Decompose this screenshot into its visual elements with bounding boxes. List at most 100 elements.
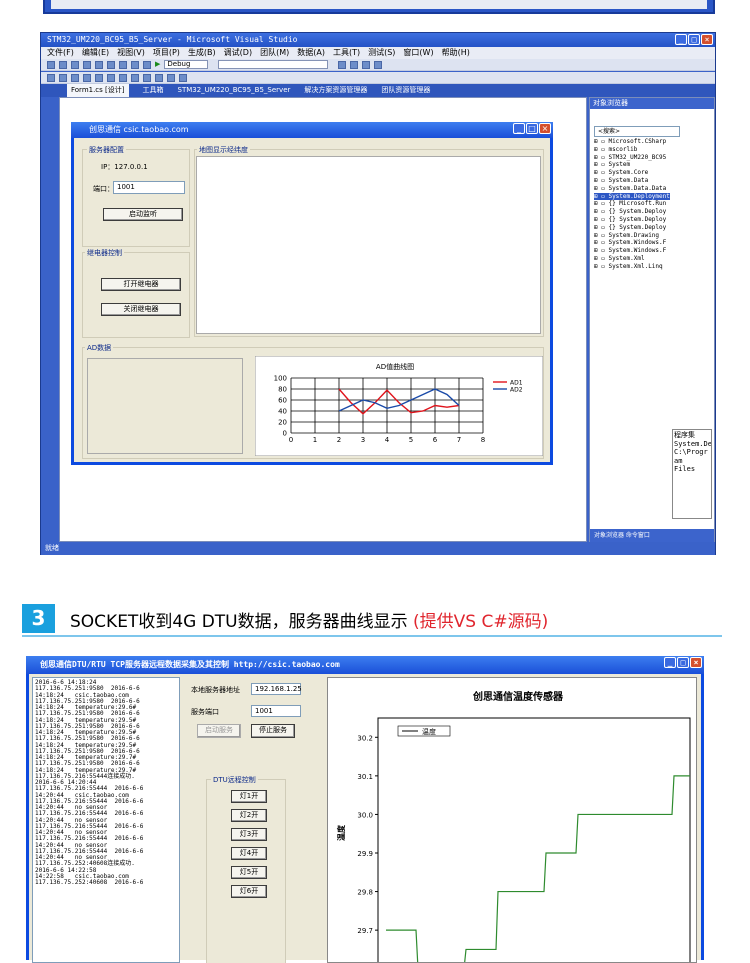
start-service-button[interactable]: 启动服务: [197, 724, 241, 738]
tree-item[interactable]: ⊞ ▭ System.Drawing: [594, 232, 670, 240]
tree-item[interactable]: ⊞ ▭ System: [594, 161, 670, 169]
tree-item[interactable]: ⊞ ▭ System.Deployment: [594, 192, 670, 201]
copy-icon[interactable]: [107, 60, 115, 69]
align-middle-icon[interactable]: [95, 73, 103, 82]
tree-item[interactable]: ⊞ ▭ System.Xml.Linq: [594, 263, 670, 271]
start-debug-icon[interactable]: ▶: [155, 59, 160, 70]
menu-item[interactable]: 项目(P): [153, 47, 180, 59]
minimize-icon[interactable]: _: [664, 657, 676, 668]
relay-on-button[interactable]: 打开继电器: [101, 278, 181, 291]
spacing-icon[interactable]: [155, 73, 163, 82]
tree-expander-icon[interactable]: ⊞ ▭: [594, 138, 608, 145]
tree-expander-icon[interactable]: ⊞ ▭: [594, 232, 608, 239]
tree-item[interactable]: ⊞ ▭ System.Core: [594, 169, 670, 177]
light-6-button[interactable]: 灯6开: [231, 885, 267, 898]
start-listen-button[interactable]: 启动监听: [103, 208, 183, 221]
tree-item[interactable]: ⊞ ▭ System.Windows.F: [594, 247, 670, 255]
menu-item[interactable]: 生成(B): [188, 47, 216, 59]
open-icon[interactable]: [59, 60, 67, 69]
save-icon[interactable]: [71, 60, 79, 69]
tree-item[interactable]: ⊞ ▭ {} System.Deploy: [594, 216, 670, 224]
receive-log[interactable]: 2016-6-6 14:18:24 117.136.75.251:9580 20…: [32, 677, 180, 963]
light-4-button[interactable]: 灯4开: [231, 847, 267, 860]
tree-expander-icon[interactable]: ⊞ ▭: [594, 185, 608, 192]
tree-item[interactable]: ⊞ ▭ System.Data: [594, 177, 670, 185]
object-browser-icon[interactable]: [362, 60, 371, 69]
tree-item[interactable]: ⊞ ▭ System.Xml: [594, 255, 670, 263]
tree-expander-icon[interactable]: ⊞ ▭: [594, 169, 608, 176]
align-left-icon[interactable]: [47, 73, 55, 82]
stop-service-button[interactable]: 停止服务: [251, 724, 295, 738]
order-icon[interactable]: [167, 73, 175, 82]
ad-textbox[interactable]: [87, 358, 243, 454]
doc-tab[interactable]: STM32_UM220_BC95_B5_Server: [178, 84, 291, 97]
tree-expander-icon[interactable]: ⊞ ▭: [594, 208, 608, 215]
tree-expander-icon[interactable]: ⊞ ▭: [594, 216, 608, 223]
tree-expander-icon[interactable]: ⊞ ▭: [594, 255, 608, 262]
grid-icon[interactable]: [143, 73, 151, 82]
tree-expander-icon[interactable]: ⊞ ▭: [594, 224, 608, 231]
size-height-icon[interactable]: [131, 73, 139, 82]
maximize-icon[interactable]: □: [677, 657, 689, 668]
maximize-icon[interactable]: □: [526, 123, 538, 134]
tree-expander-icon[interactable]: ⊞ ▭: [594, 161, 608, 168]
size-width-icon[interactable]: [119, 73, 127, 82]
close-icon[interactable]: ×: [539, 123, 551, 134]
doc-tab[interactable]: 解决方案资源管理器: [304, 84, 367, 97]
tree-expander-icon[interactable]: ⊞ ▭: [594, 200, 608, 207]
align-center-icon[interactable]: [59, 73, 67, 82]
align-bottom-icon[interactable]: [107, 73, 115, 82]
close-icon[interactable]: ×: [701, 34, 713, 45]
menu-item[interactable]: 视图(V): [117, 47, 145, 59]
cut-icon[interactable]: [95, 60, 103, 69]
tree-expander-icon[interactable]: ⊞ ▭: [594, 239, 608, 246]
tree-item[interactable]: ⊞ ▭ Microsoft.CSharp: [594, 138, 670, 146]
menu-item[interactable]: 团队(M): [260, 47, 289, 59]
tree-item[interactable]: ⊞ ▭ {} System.Deploy: [594, 208, 670, 216]
doc-tab[interactable]: 工具箱: [143, 84, 164, 97]
object-browser-search[interactable]: <搜索>: [594, 126, 680, 137]
light-2-button[interactable]: 灯2开: [231, 809, 267, 822]
solution-explorer-icon[interactable]: [338, 60, 347, 69]
platform-select[interactable]: [218, 60, 329, 69]
tree-item[interactable]: ⊞ ▭ mscorlib: [594, 146, 670, 154]
doc-tab[interactable]: Form1.cs [设计]: [67, 84, 129, 97]
tree-item[interactable]: ⊞ ▭ System.Windows.F: [594, 239, 670, 247]
undo-icon[interactable]: [131, 60, 139, 69]
tree-item[interactable]: ⊞ ▭ System.Data.Data: [594, 185, 670, 193]
panel-bottom-tabs[interactable]: 对象浏览器 命令窗口: [590, 529, 714, 542]
server-port-input[interactable]: 1001: [251, 705, 301, 717]
port-input[interactable]: 1001: [113, 181, 185, 194]
menu-item[interactable]: 编辑(E): [82, 47, 109, 59]
redo-icon[interactable]: [143, 60, 151, 69]
tree-item[interactable]: ⊞ ▭ STM32_UM220_BC95: [594, 154, 670, 162]
tree-expander-icon[interactable]: ⊞ ▭: [594, 146, 608, 153]
light-5-button[interactable]: 灯5开: [231, 866, 267, 879]
menu-item[interactable]: 调试(D): [224, 47, 252, 59]
light-1-button[interactable]: 灯1开: [231, 790, 267, 803]
menu-item[interactable]: 测试(S): [368, 47, 395, 59]
map-textbox[interactable]: [196, 156, 541, 334]
light-3-button[interactable]: 灯3开: [231, 828, 267, 841]
tree-expander-icon[interactable]: ⊞ ▭: [594, 247, 608, 254]
tree-expander-icon[interactable]: ⊞ ▭: [594, 177, 608, 184]
paste-icon[interactable]: [119, 60, 127, 69]
minimize-icon[interactable]: _: [675, 34, 687, 45]
tree-item[interactable]: ⊞ ▭ {} System.Deploy: [594, 224, 670, 232]
tree-expander-icon[interactable]: ⊞ ▭: [594, 154, 608, 161]
doc-tab[interactable]: 团队资源管理器: [381, 84, 430, 97]
config-select[interactable]: Debug: [164, 60, 209, 69]
server-address-input[interactable]: 192.168.1.25: [251, 683, 302, 695]
maximize-icon[interactable]: □: [688, 34, 700, 45]
toolbox-strip[interactable]: [41, 97, 59, 542]
menu-item[interactable]: 窗口(W): [403, 47, 433, 59]
menu-item[interactable]: 帮助(H): [442, 47, 470, 59]
menu-item[interactable]: 工具(T): [333, 47, 360, 59]
toolbox-icon[interactable]: [374, 60, 383, 69]
tree-expander-icon[interactable]: ⊞ ▭: [594, 193, 608, 200]
align-right-icon[interactable]: [71, 73, 79, 82]
save-all-icon[interactable]: [83, 60, 91, 69]
tree-item[interactable]: ⊞ ▭ {} Microsoft.Run: [594, 200, 670, 208]
menu-item[interactable]: 数据(A): [297, 47, 325, 59]
menu-item[interactable]: 文件(F): [47, 47, 74, 59]
